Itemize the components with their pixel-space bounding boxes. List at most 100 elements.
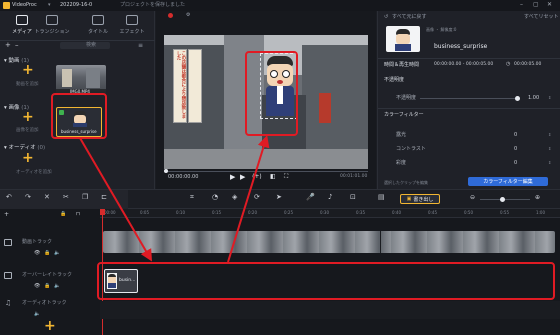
asset-name: business_surprise [434, 43, 488, 50]
color-row-value[interactable]: 0 [514, 133, 517, 138]
brand-icon[interactable]: ◈ [232, 193, 237, 201]
undo-icon[interactable]: ↶ [6, 193, 12, 201]
title-bar: VideoProc ▾ 202209-16-0 プロジェクトを保存しました – … [0, 0, 560, 11]
app-logo-icon [3, 2, 10, 9]
reset-all-link[interactable]: すべて元に戻す [392, 15, 426, 20]
narration-icon[interactable]: ♪ [328, 193, 332, 201]
close-icon[interactable]: ✕ [547, 1, 552, 8]
track-visible-icon[interactable]: 👁 [34, 250, 40, 256]
speed-icon[interactable]: ◔ [212, 193, 218, 201]
add-audio-icon[interactable]: + [22, 151, 34, 165]
title-icon [92, 15, 104, 25]
color-row-value[interactable]: 0 [514, 161, 517, 166]
play-icon[interactable]: ▶ [230, 173, 235, 181]
export-button[interactable]: ▣ 書き出し [400, 194, 440, 204]
size-icon[interactable]: ⊡ [350, 193, 356, 201]
minimize-icon[interactable]: – [520, 1, 523, 8]
track-lock-icon[interactable]: 🔒 [44, 250, 50, 256]
zoom-slider[interactable] [500, 197, 505, 202]
tab-transition[interactable]: トランジション [30, 13, 74, 39]
maximize-icon[interactable]: ▢ [533, 1, 539, 8]
reset-defaults-link[interactable]: すべてリセット [524, 15, 558, 20]
motion-icon[interactable]: ➤ [276, 193, 282, 201]
video-thumbnail[interactable]: IMG0.MP4 [56, 65, 106, 95]
ruler-tick: 0:30 [320, 210, 329, 215]
opacity-value[interactable]: 1.00 [528, 96, 539, 101]
ruler-tick: 0:45 [428, 210, 437, 215]
track-mute-icon[interactable]: 🔈 [34, 311, 40, 317]
add-audio-hint: オーディオを追加 [16, 170, 52, 175]
ruler-tick: 0:10 [176, 210, 185, 215]
track-visible-icon[interactable]: 👁 [34, 283, 40, 289]
play-reverse-icon[interactable]: ▶ [240, 173, 245, 181]
track-mute-icon[interactable]: 🔈 [54, 250, 60, 256]
overlay-highlight-box [245, 51, 298, 136]
track-name: オーバーレイトラック [22, 272, 72, 278]
add-track-icon[interactable]: + [4, 211, 9, 218]
chevron-down-icon[interactable]: ▾ [48, 2, 51, 8]
rotate-icon[interactable]: ⟳ [254, 193, 260, 201]
zoom-in-icon[interactable]: ⊕ [535, 194, 540, 201]
properties-panel: ↺ すべて元に戻す すべてリセット 画像 ・ 解像度:0 business_su… [377, 11, 560, 189]
zoom-out-icon[interactable]: ⊖ [470, 194, 475, 201]
duration-timecode: 00:01:01.00 [340, 174, 368, 179]
add-video-icon[interactable]: + [22, 63, 34, 77]
playhead-handle[interactable] [100, 209, 105, 215]
split-icon[interactable]: ✂ [63, 193, 69, 201]
rewind-icon[interactable]: ⟨+⟩ [252, 173, 262, 180]
playhead-knob[interactable] [164, 169, 168, 173]
color-filter-button[interactable]: カラーフィルター編集 [468, 177, 548, 186]
fullscreen-icon[interactable]: ⛶ [284, 173, 288, 181]
track-mute-icon[interactable]: 🔈 [54, 283, 60, 289]
add-icon[interactable]: + [5, 41, 11, 49]
overlay-track-icon [4, 272, 12, 279]
color-stepper-icon[interactable]: ⇕ [548, 146, 551, 151]
delete-icon[interactable]: ✕ [44, 193, 50, 201]
save-status: プロジェクトを保存しました [120, 2, 186, 8]
start-end-time: 00:00:00.00 - 00:00:05.00 [434, 62, 494, 67]
snap-icon[interactable]: ⊓ [76, 211, 80, 217]
clock-icon: ◷ [506, 61, 511, 67]
snapshot-icon[interactable]: ◧ [270, 173, 276, 180]
trim-icon[interactable]: ⊏ [101, 193, 107, 201]
section-time[interactable]: 時間＆再生時間 [384, 63, 419, 68]
export-icon: ▣ [406, 196, 412, 202]
search-input[interactable]: 検索 [60, 42, 110, 49]
timeline-ruler[interactable] [100, 209, 560, 218]
metadata-icon[interactable]: ▤ [378, 193, 385, 201]
lock-icon[interactable]: 🔒 [60, 211, 66, 217]
color-stepper-icon[interactable]: ⇕ [548, 160, 551, 165]
ruler-tick: 0:50 [464, 210, 473, 215]
reset-all-icon[interactable]: ↺ [384, 14, 388, 20]
asset-thumbnail [386, 26, 420, 52]
redo-icon[interactable]: ↷ [25, 193, 31, 201]
record-icon[interactable] [168, 13, 173, 18]
opacity-slider[interactable] [515, 96, 520, 101]
opacity-stepper-icon[interactable]: ⇕ [548, 95, 551, 100]
clip-separator [380, 231, 381, 253]
add-video-hint: 動画を追加 [16, 82, 39, 87]
section-color-filter[interactable]: カラーフィルター [384, 113, 424, 118]
ruler-tick: 0:05 [140, 210, 149, 215]
copy-icon[interactable]: ❐ [82, 193, 88, 201]
track-lock-icon[interactable]: 🔒 [44, 283, 50, 289]
video-clip[interactable] [103, 231, 555, 253]
ruler-tick: 0:15 [212, 210, 221, 215]
tab-effect[interactable]: エフェクト [110, 13, 154, 39]
microphone-icon[interactable]: 🎤 [306, 193, 315, 201]
list-view-icon[interactable]: ≡ [138, 42, 143, 49]
color-stepper-icon[interactable]: ⇕ [548, 132, 551, 137]
add-media-plus-icon[interactable]: + [44, 319, 56, 333]
color-row-label: 彩度 [396, 160, 407, 166]
library-highlight-box [51, 93, 107, 139]
ruler-tick: 00:00 [104, 210, 116, 215]
color-row-label: 露光 [396, 132, 407, 138]
add-image-icon[interactable]: + [22, 110, 34, 124]
project-name[interactable]: 202209-16-0 [60, 3, 92, 8]
effect-icon [126, 15, 138, 25]
preview-settings-icon[interactable]: ⚙ [186, 12, 190, 18]
section-opacity[interactable]: 不透明度 [384, 78, 404, 83]
crop-icon[interactable]: ⌗ [190, 193, 194, 202]
color-row-value[interactable]: 0 [514, 147, 517, 152]
remove-icon[interactable]: – [15, 41, 19, 49]
